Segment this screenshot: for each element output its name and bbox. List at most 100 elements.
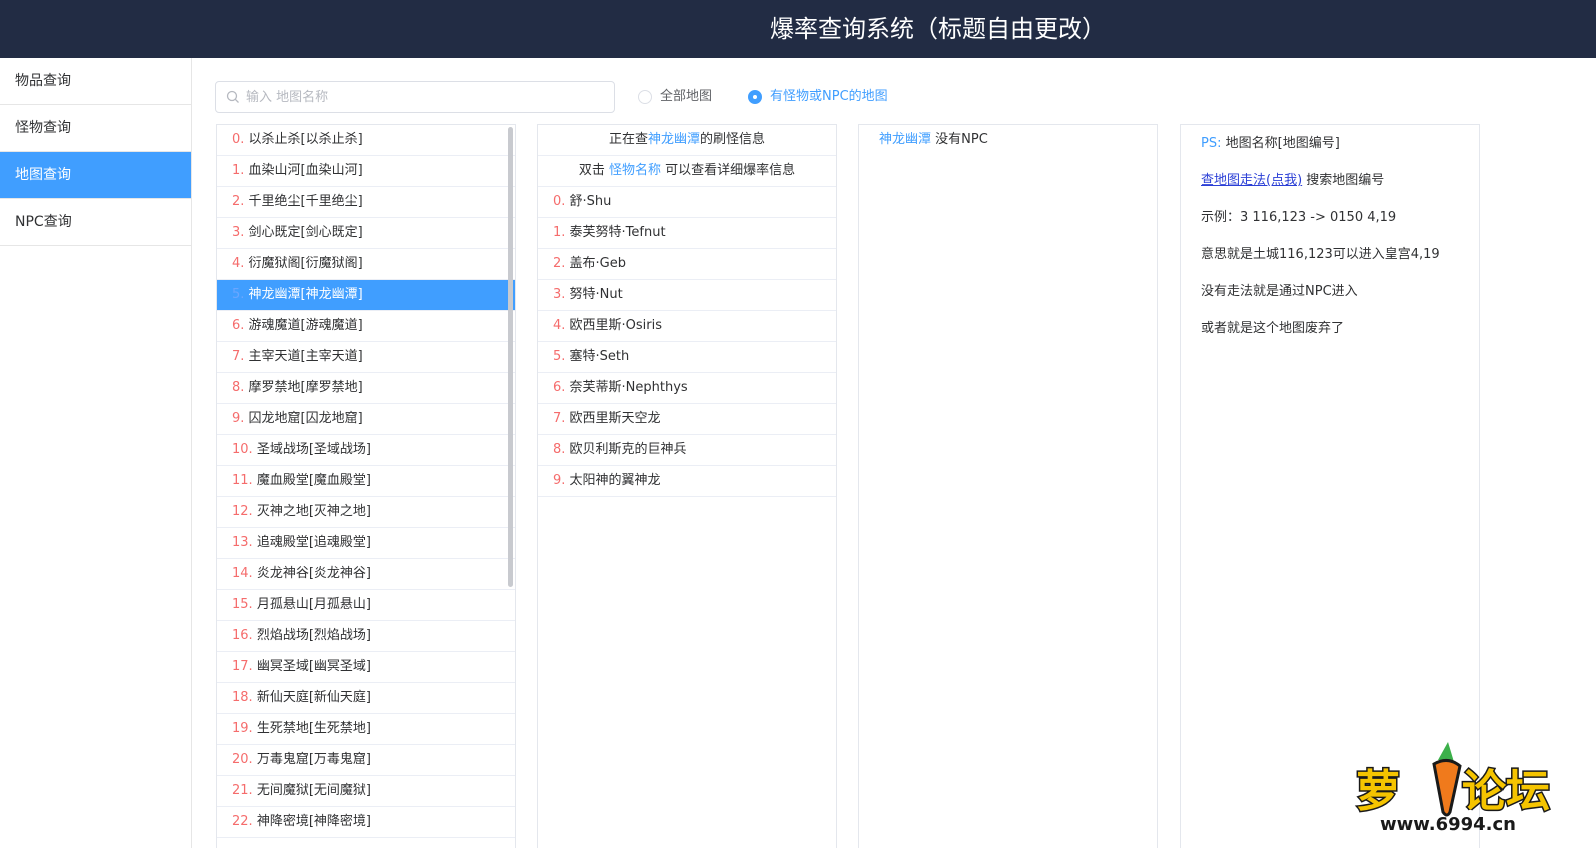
monster-list-item[interactable]: 2. 盖布·Geb [538,249,836,280]
monster-panel-hint: 双击 怪物名称 可以查看详细爆率信息 [538,156,836,187]
map-list-item[interactable]: 18. 新仙天庭[新仙天庭] [217,683,515,714]
map-list-item[interactable]: 10. 圣域战场[圣域战场] [217,435,515,466]
map-list-item-index: 19. [232,721,253,736]
map-list-item-name: 灭神之地[灭神之地] [252,504,371,519]
map-list-item[interactable]: 20. 万毒鬼窟[万毒鬼窟] [217,745,515,776]
map-list-item[interactable]: 4. 衍魔狱阁[衍魔狱阁] [217,249,515,280]
map-list-item-name: 幽冥圣域[幽冥圣域] [252,659,371,674]
map-list-item-name: 以杀止杀[以杀止杀] [244,132,363,147]
map-list-item-name: 烈焰战场[烈焰战场] [252,628,371,643]
monster-list-item-name: 欧西里斯天空龙 [565,411,661,426]
map-list-item-index: 15. [232,597,253,612]
map-list-item-index: 18. [232,690,253,705]
hint-monster-name: 怪物名称 [608,163,661,178]
map-list-item-index: 21. [232,783,253,798]
page-title: 爆率查询系统（标题自由更改） [770,15,1106,43]
radio-with-monsters-label: 有怪物或NPC的地图 [770,89,888,104]
monster-list-item[interactable]: 9. 太阳神的翼神龙 [538,466,836,497]
monster-list-item-name: 塞特·Seth [565,349,630,364]
map-list-item-name: 新仙天庭[新仙天庭] [252,690,371,705]
sidebar-item-items[interactable]: 物品查询 [0,58,191,105]
monster-list-item-name: 奈芙蒂斯·Nephthys [565,380,688,395]
map-list-item-name: 魔血殿堂[魔血殿堂] [252,473,371,488]
header-suffix: 的刷怪信息 [700,132,766,147]
radio-all-maps[interactable]: 全部地图 [638,86,712,108]
map-list-item[interactable]: 5. 神龙幽潭[神龙幽潭] [217,280,515,311]
map-list-panel[interactable]: 0. 以杀止杀[以杀止杀] 1. 血染山河[血染山河] 2. 千里绝尘[千里绝尘] 3… [216,124,516,848]
map-list-item-name: 神降密境[神降密境] [252,814,371,829]
map-list-item[interactable]: 22. 神降密境[神降密境] [217,807,515,838]
sidebar-item-monsters[interactable]: 怪物查询 [0,105,191,152]
map-list-item-index: 10. [232,442,253,457]
npc-text: 没有NPC [935,132,988,147]
info-abandoned: 或者就是这个地图废弃了 [1201,321,1345,336]
map-list-item[interactable]: 6. 游魂魔道[游魂魔道] [217,311,515,342]
map-list-item-name: 神龙幽潭[神龙幽潭] [244,287,363,302]
map-list-item[interactable]: 19. 生死禁地[生死禁地] [217,714,515,745]
map-list-item[interactable]: 0. 以杀止杀[以杀止杀] [217,125,515,156]
map-list-item[interactable]: 7. 主宰天道[主宰天道] [217,342,515,373]
svg-text:萝: 萝 [1356,766,1400,817]
map-list-item[interactable]: 21. 无间魔狱[无间魔狱] [217,776,515,807]
radio-circle-checked [748,90,762,104]
map-search [215,81,615,113]
map-list-scrollbar[interactable] [508,127,513,587]
map-list-item-name: 血染山河[血染山河] [244,163,363,178]
map-list-item-index: 0. [232,132,245,147]
map-list-item-index: 1. [232,163,245,178]
monster-list-item[interactable]: 6. 奈芙蒂斯·Nephthys [538,373,836,404]
monster-list-item[interactable]: 4. 欧西里斯·Osiris [538,311,836,342]
map-list-item-name: 炎龙神谷[炎龙神谷] [252,566,371,581]
monster-list-item[interactable]: 1. 泰芙努特·Tefnut [538,218,836,249]
map-list-item-name: 追魂殿堂[追魂殿堂] [252,535,371,550]
monster-list-item-index: 7. [553,411,566,426]
monster-panel-header: 正在查神龙幽潭的刷怪信息 [538,125,836,156]
map-list-item-name: 圣域战场[圣域战场] [252,442,371,457]
monster-list-item[interactable]: 8. 欧贝利斯克的巨神兵 [538,435,836,466]
npc-map-name: 神龙幽潭 [879,132,932,147]
map-list-item[interactable]: 12. 灭神之地[灭神之地] [217,497,515,528]
monster-list-item[interactable]: 3. 努特·Nut [538,280,836,311]
map-list-item[interactable]: 11. 魔血殿堂[魔血殿堂] [217,466,515,497]
radio-with-monsters[interactable]: 有怪物或NPC的地图 [748,86,888,108]
map-list-item[interactable]: 9. 囚龙地窟[囚龙地窟] [217,404,515,435]
header-map-name: 神龙幽潭 [647,132,700,147]
map-list-item[interactable]: 1. 血染山河[血染山河] [217,156,515,187]
monster-list-item[interactable]: 5. 塞特·Seth [538,342,836,373]
carrot-icon [1432,742,1462,817]
map-list-item[interactable]: 15. 月孤悬山[月孤悬山] [217,590,515,621]
monster-list-item-index: 3. [553,287,566,302]
sidebar-item-npc[interactable]: NPC查询 [0,199,191,246]
monster-list-item[interactable]: 7. 欧西里斯天空龙 [538,404,836,435]
monster-list-item-name: 舒·Shu [565,194,612,209]
map-list-item-index: 9. [232,411,245,426]
monster-list: 0. 舒·Shu 1. 泰芙努特·Tefnut 2. 盖布·Geb 3. 努特·Nut… [538,187,836,497]
hint-suffix: 可以查看详细爆率信息 [665,163,796,178]
sidebar-item-maps[interactable]: 地图查询 [0,152,191,199]
map-list-item[interactable]: 8. 摩罗禁地[摩罗禁地] [217,373,515,404]
map-list-item-index: 22. [232,814,253,829]
info-ps: PS: 地图名称[地图编号] [1201,125,1479,162]
map-list-item-name: 摩罗禁地[摩罗禁地] [244,380,363,395]
map-search-input[interactable] [246,82,606,112]
map-list-item[interactable]: 2. 千里绝尘[千里绝尘] [217,187,515,218]
npc-panel: 神龙幽潭 没有NPC [858,124,1158,848]
map-route-link[interactable]: 查地图走法(点我) [1201,173,1302,188]
map-list-item[interactable]: 17. 幽冥圣域[幽冥圣域] [217,652,515,683]
monster-list-item-index: 9. [553,473,566,488]
map-list-item-index: 20. [232,752,253,767]
monster-panel: 正在查神龙幽潭的刷怪信息 双击 怪物名称 可以查看详细爆率信息 0. 舒·Shu… [537,124,837,848]
map-list-item[interactable]: 16. 烈焰战场[烈焰战场] [217,621,515,652]
info-meaning: 意思就是土城116,123可以进入皇宫4,19 [1201,247,1440,262]
map-list-item-index: 6. [232,318,245,333]
forum-logo: 萝 论坛 www.6994.cn [1355,742,1552,835]
map-list-item[interactable]: 14. 炎龙神谷[炎龙神谷] [217,559,515,590]
monster-list-item-index: 6. [553,380,566,395]
map-list-item[interactable]: 13. 追魂殿堂[追魂殿堂] [217,528,515,559]
map-list-item-index: 11. [232,473,253,488]
svg-text:论坛: 论坛 [1462,766,1550,817]
monster-list-item[interactable]: 0. 舒·Shu [538,187,836,218]
npc-status: 神龙幽潭 没有NPC [859,125,1157,156]
map-list-item[interactable]: 3. 剑心既定[剑心既定] [217,218,515,249]
monster-list-item-index: 8. [553,442,566,457]
